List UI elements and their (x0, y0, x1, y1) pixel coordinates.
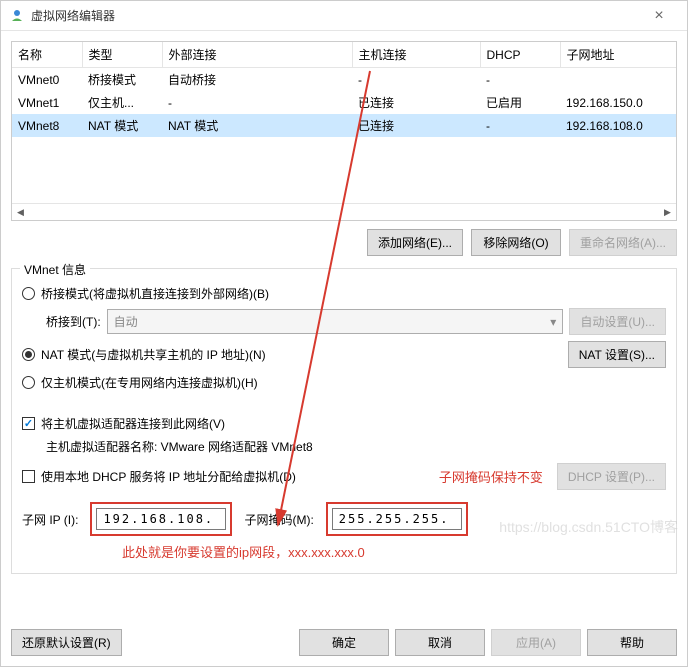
col-dhcp[interactable]: DHCP (480, 42, 560, 68)
checkbox-icon[interactable] (22, 470, 35, 483)
col-name[interactable]: 名称 (12, 42, 82, 68)
mask-annotation: 子网掩码保持不变 (439, 467, 543, 486)
table-row[interactable]: VMnet1 仅主机... - 已连接 已启用 192.168.150.0 (12, 91, 676, 114)
bridge-to-select: 自动 ▾ (107, 309, 564, 334)
vmnet-info-section: VMnet 信息 桥接模式(将虚拟机直接连接到外部网络)(B) 桥接到(T): … (11, 268, 677, 574)
section-title: VMnet 信息 (20, 261, 90, 278)
subnet-mask-label: 子网掩码(M): (244, 511, 313, 528)
add-network-button[interactable]: 添加网络(E)... (367, 229, 463, 256)
use-dhcp-checkbox[interactable]: 使用本地 DHCP 服务将 IP 地址分配给虚拟机(D) 子网掩码保持不变 DH… (22, 463, 666, 490)
radio-icon[interactable] (22, 287, 35, 300)
radio-icon[interactable] (22, 376, 35, 389)
window-title: 虚拟网络编辑器 (31, 7, 639, 24)
table-row[interactable]: VMnet0 桥接模式 自动桥接 - - (12, 68, 676, 91)
table-row[interactable]: VMnet8 NAT 模式 NAT 模式 已连接 - 192.168.108.0 (12, 114, 676, 137)
subnet-mask-input[interactable] (332, 508, 462, 530)
subnet-ip-highlight (90, 502, 232, 536)
remove-network-button[interactable]: 移除网络(O) (471, 229, 561, 256)
nat-settings-button[interactable]: NAT 设置(S)... (568, 341, 666, 368)
checkbox-icon[interactable]: ✓ (22, 417, 35, 430)
subnet-mask-highlight (326, 502, 468, 536)
network-table[interactable]: 名称 类型 外部连接 主机连接 DHCP 子网地址 VMnet0 桥接模式 (11, 41, 677, 221)
horizontal-scrollbar[interactable]: ◀ ▶ (12, 203, 676, 220)
radio-icon[interactable] (22, 348, 35, 361)
connect-host-checkbox[interactable]: ✓ 将主机虚拟适配器连接到此网络(V) (22, 415, 666, 432)
host-only-radio[interactable]: 仅主机模式(在专用网络内连接虚拟机)(H) (22, 374, 666, 391)
auto-settings-button: 自动设置(U)... (569, 308, 666, 335)
bridge-mode-radio[interactable]: 桥接模式(将虚拟机直接连接到外部网络)(B) (22, 285, 666, 302)
subnet-ip-label: 子网 IP (I): (22, 511, 78, 528)
scroll-right-icon[interactable]: ▶ (659, 204, 676, 220)
scroll-track[interactable] (29, 204, 659, 220)
titlebar: 虚拟网络编辑器 × (1, 1, 687, 31)
apply-button: 应用(A) (491, 629, 581, 656)
ok-button[interactable]: 确定 (299, 629, 389, 656)
app-icon (9, 8, 25, 24)
nat-mode-radio[interactable]: NAT 模式(与虚拟机共享主机的 IP 地址)(N) NAT 设置(S)... (22, 341, 666, 368)
subnet-ip-input[interactable] (96, 508, 226, 530)
bridge-to-label: 桥接到(T): (46, 313, 101, 330)
col-host[interactable]: 主机连接 (352, 42, 480, 68)
help-button[interactable]: 帮助 (587, 629, 677, 656)
cancel-button[interactable]: 取消 (395, 629, 485, 656)
use-dhcp-label: 使用本地 DHCP 服务将 IP 地址分配给虚拟机(D) (41, 468, 296, 485)
restore-defaults-button[interactable]: 还原默认设置(R) (11, 629, 122, 656)
rename-network-button: 重命名网络(A)... (569, 229, 677, 256)
bridge-mode-label: 桥接模式(将虚拟机直接连接到外部网络)(B) (41, 285, 269, 302)
chevron-down-icon: ▾ (550, 315, 556, 329)
dhcp-settings-button: DHCP 设置(P)... (557, 463, 666, 490)
connect-host-label: 将主机虚拟适配器连接到此网络(V) (41, 415, 225, 432)
col-type[interactable]: 类型 (82, 42, 162, 68)
col-ext[interactable]: 外部连接 (162, 42, 352, 68)
scroll-left-icon[interactable]: ◀ (12, 204, 29, 220)
nat-mode-label: NAT 模式(与虚拟机共享主机的 IP 地址)(N) (41, 346, 266, 363)
table-header-row: 名称 类型 外部连接 主机连接 DHCP 子网地址 (12, 42, 676, 68)
adapter-name-label: 主机虚拟适配器名称: VMware 网络适配器 VMnet8 (46, 438, 666, 455)
ip-annotation: 此处就是你要设置的ip网段，xxx.xxx.xxx.0 (122, 542, 666, 561)
col-subnet[interactable]: 子网地址 (560, 42, 676, 68)
close-icon[interactable]: × (639, 7, 679, 25)
host-only-label: 仅主机模式(在专用网络内连接虚拟机)(H) (41, 374, 258, 391)
